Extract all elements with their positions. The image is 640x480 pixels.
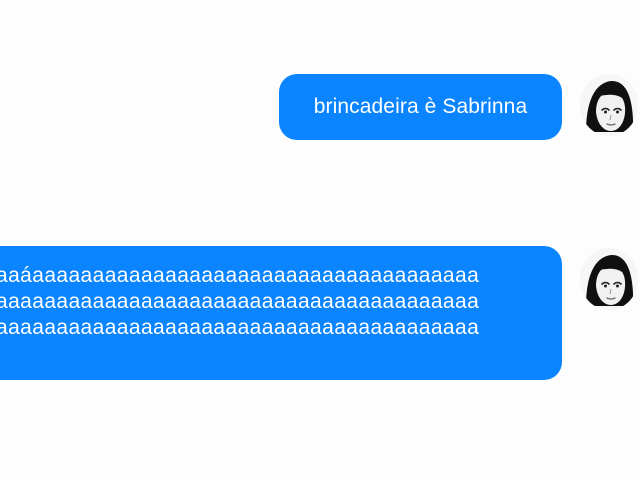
message-bubble[interactable]: brincadeira è Sabrinna [279,74,562,140]
user-avatar-icon[interactable] [580,74,638,136]
message-bubble[interactable]: aaáaaaaaaaaaaaaaaaaaaaaaaaaaaaaaaaaaaaaa… [0,246,562,380]
user-avatar-icon[interactable] [580,248,638,310]
chat-conversation: brincadeira è Sabrinna aaáaaaaaaaaaaaaaa… [0,0,640,480]
